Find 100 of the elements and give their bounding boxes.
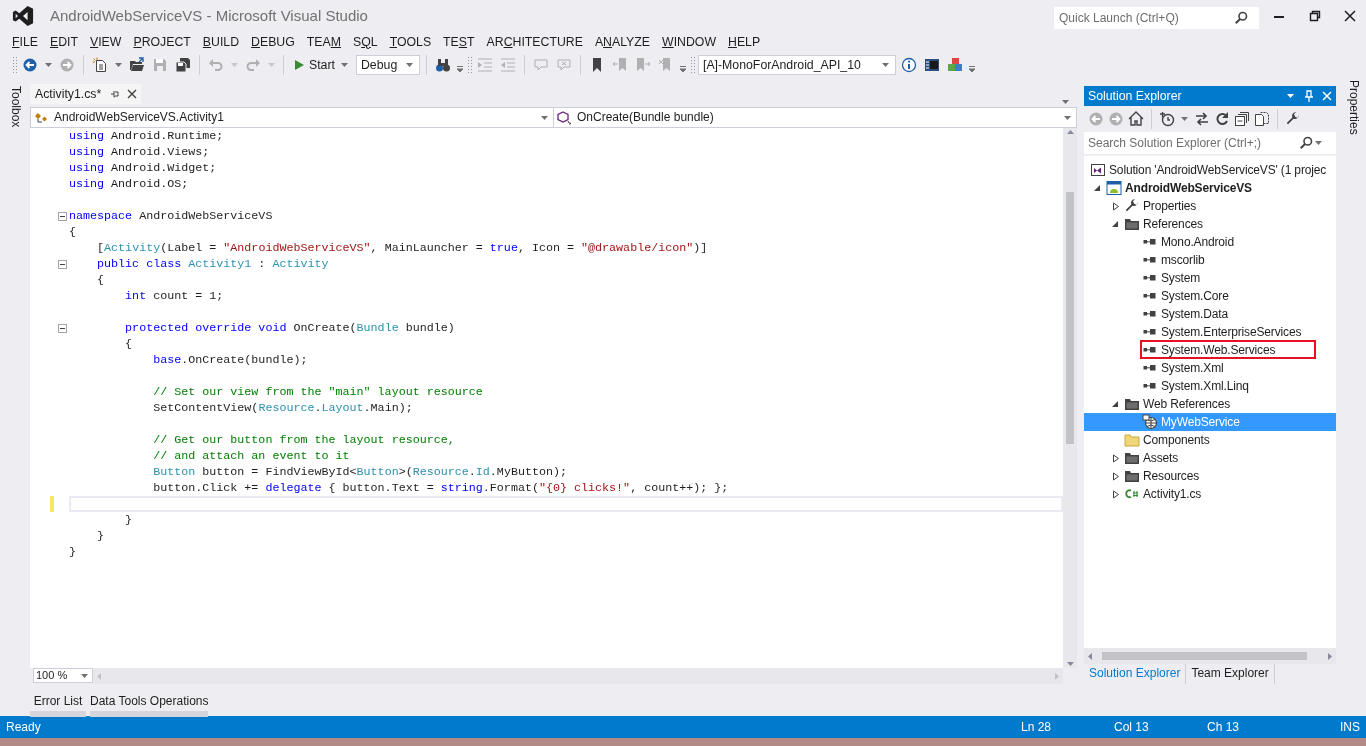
code-line: using Android.Widget;	[69, 160, 217, 176]
search-icon[interactable]	[1299, 136, 1313, 150]
code-line: int count = 1;	[124, 288, 224, 304]
tree-item[interactable]: Assets	[1084, 449, 1336, 467]
expander-icon[interactable]	[1111, 220, 1119, 228]
overflow-icon[interactable]	[968, 65, 976, 73]
tree-item[interactable]: Components	[1084, 431, 1336, 449]
menu-item[interactable]: WINDOW	[656, 32, 722, 52]
sync-icon[interactable]	[1194, 111, 1210, 127]
properties-tab[interactable]: Properties	[1347, 80, 1362, 135]
vertical-scrollbar[interactable]	[1063, 128, 1077, 668]
tree-item[interactable]: System	[1084, 269, 1336, 287]
tree-item[interactable]: Solution 'AndroidWebServiceVS' (1 projec	[1084, 161, 1336, 179]
visual-studio-logo	[12, 5, 34, 27]
expander-icon[interactable]	[1112, 201, 1120, 211]
expander-icon[interactable]	[1093, 184, 1101, 192]
menu-item[interactable]: FILE	[6, 32, 44, 52]
pin-icon[interactable]	[109, 89, 120, 99]
clock-icon[interactable]	[1159, 111, 1175, 127]
wrench-icon[interactable]	[1285, 111, 1301, 127]
refresh-icon[interactable]	[1214, 111, 1230, 127]
caret-icon[interactable]	[115, 63, 122, 67]
tree-item[interactable]: Web References	[1084, 395, 1336, 413]
collapse-icon[interactable]	[58, 260, 67, 269]
menu-item[interactable]: SQL	[347, 32, 384, 52]
tab-list-icon[interactable]	[1062, 100, 1069, 104]
menu-item[interactable]: ARCHITECTURE	[480, 32, 589, 52]
collapse-icon[interactable]	[58, 324, 67, 333]
menu-item[interactable]: HELP	[722, 32, 767, 52]
menu-caret-icon[interactable]	[1287, 94, 1294, 98]
expander-icon[interactable]	[1112, 471, 1120, 481]
tree-item[interactable]: System.EnterpriseServices	[1084, 323, 1336, 341]
show-all-files-icon[interactable]	[1254, 111, 1270, 127]
tree-item[interactable]: System.Web.Services	[1084, 341, 1336, 359]
menu-item[interactable]: EDIT	[44, 32, 84, 52]
start-button[interactable]: Start	[290, 54, 353, 76]
scrollbar-thumb[interactable]	[1102, 652, 1307, 660]
menu-item[interactable]: PROJECT	[127, 32, 197, 52]
menu-item[interactable]: TOOLS	[383, 32, 438, 52]
platform-dropdown[interactable]: [A]-MonoForAndroid_API_10	[698, 55, 896, 75]
home-icon[interactable]	[1128, 111, 1144, 127]
panel-tab[interactable]: Team Explorer	[1186, 664, 1275, 684]
tree-item[interactable]: System.Xml	[1084, 359, 1336, 377]
menu-item[interactable]: BUILD	[196, 32, 246, 52]
tree-item[interactable]: System.Data	[1084, 305, 1336, 323]
device-icon[interactable]	[924, 57, 940, 73]
member-dropdown[interactable]: OnCreate(Bundle bundle)	[554, 108, 1076, 127]
overflow-icon[interactable]	[679, 65, 687, 73]
caret-icon	[541, 115, 548, 120]
code-line: protected override void OnCreate(Bundle bundle)	[124, 320, 455, 336]
tree-item[interactable]: System.Xml.Linq	[1084, 377, 1336, 395]
document-tab[interactable]: Activity1.cs*	[30, 84, 142, 104]
scroll-up-icon[interactable]	[1066, 130, 1074, 134]
scroll-left-icon[interactable]	[1088, 652, 1092, 660]
new-item-icon[interactable]	[92, 57, 108, 73]
folder-icon[interactable]	[129, 57, 145, 73]
tree-item[interactable]: mscorlib	[1084, 251, 1336, 269]
scrollbar-thumb[interactable]	[1066, 192, 1074, 444]
collapse-icon[interactable]	[58, 212, 67, 221]
configuration-dropdown[interactable]: Debug	[356, 55, 420, 75]
panel-tab[interactable]: Solution Explorer	[1084, 664, 1187, 684]
tree-item[interactable]: Resources	[1084, 467, 1336, 485]
expander-icon[interactable]	[1112, 489, 1120, 499]
project-icon	[1106, 180, 1122, 196]
info-icon[interactable]	[901, 57, 917, 73]
expander-icon[interactable]	[1111, 400, 1119, 408]
tree-item[interactable]: System.Core	[1084, 287, 1336, 305]
zoom-dropdown[interactable]: 100 %	[33, 668, 93, 683]
restore-icon[interactable]	[1309, 10, 1321, 22]
caret-icon[interactable]	[45, 63, 52, 67]
save-all-icon[interactable]	[175, 57, 191, 73]
tree-item[interactable]: Properties	[1084, 197, 1336, 215]
collapse-icon[interactable]	[1234, 111, 1250, 127]
close-icon[interactable]	[1344, 10, 1356, 22]
close-icon[interactable]	[127, 89, 138, 99]
toolbox-tab[interactable]: Toolbox	[9, 86, 24, 128]
code-line: public class Activity1 : Activity	[96, 256, 329, 272]
expander-icon[interactable]	[1112, 453, 1120, 463]
menu-item[interactable]: DEBUG	[245, 32, 301, 52]
class-dropdown[interactable]: AndroidWebServiceVS.Activity1	[31, 108, 554, 127]
tree-item[interactable]: AndroidWebServiceVS	[1084, 179, 1336, 197]
tree-item[interactable]: Activity1.cs	[1084, 485, 1336, 503]
binoculars-icon[interactable]	[435, 57, 451, 73]
menu-item[interactable]: TEAM	[300, 32, 347, 52]
code-line: using Android.Runtime;	[69, 128, 224, 144]
scroll-down-icon[interactable]	[1066, 662, 1074, 666]
folder-icon	[1124, 450, 1140, 466]
menu-item[interactable]: ANALYZE	[588, 32, 657, 52]
tree-item[interactable]: Mono.Android	[1084, 233, 1336, 251]
overflow-icon[interactable]	[456, 65, 464, 73]
tree-item[interactable]: References	[1084, 215, 1336, 233]
globe-icon	[1142, 414, 1158, 430]
menu-item[interactable]: TEST	[437, 32, 481, 52]
menu-item[interactable]: VIEW	[84, 32, 128, 52]
search-icon[interactable]	[1234, 11, 1248, 25]
back-icon[interactable]	[22, 57, 38, 73]
scroll-right-icon[interactable]	[1328, 652, 1332, 660]
horizontal-scrollbar[interactable]	[1084, 648, 1336, 664]
cubes-icon[interactable]	[947, 57, 963, 73]
code-line: using Android.Views;	[69, 144, 210, 160]
